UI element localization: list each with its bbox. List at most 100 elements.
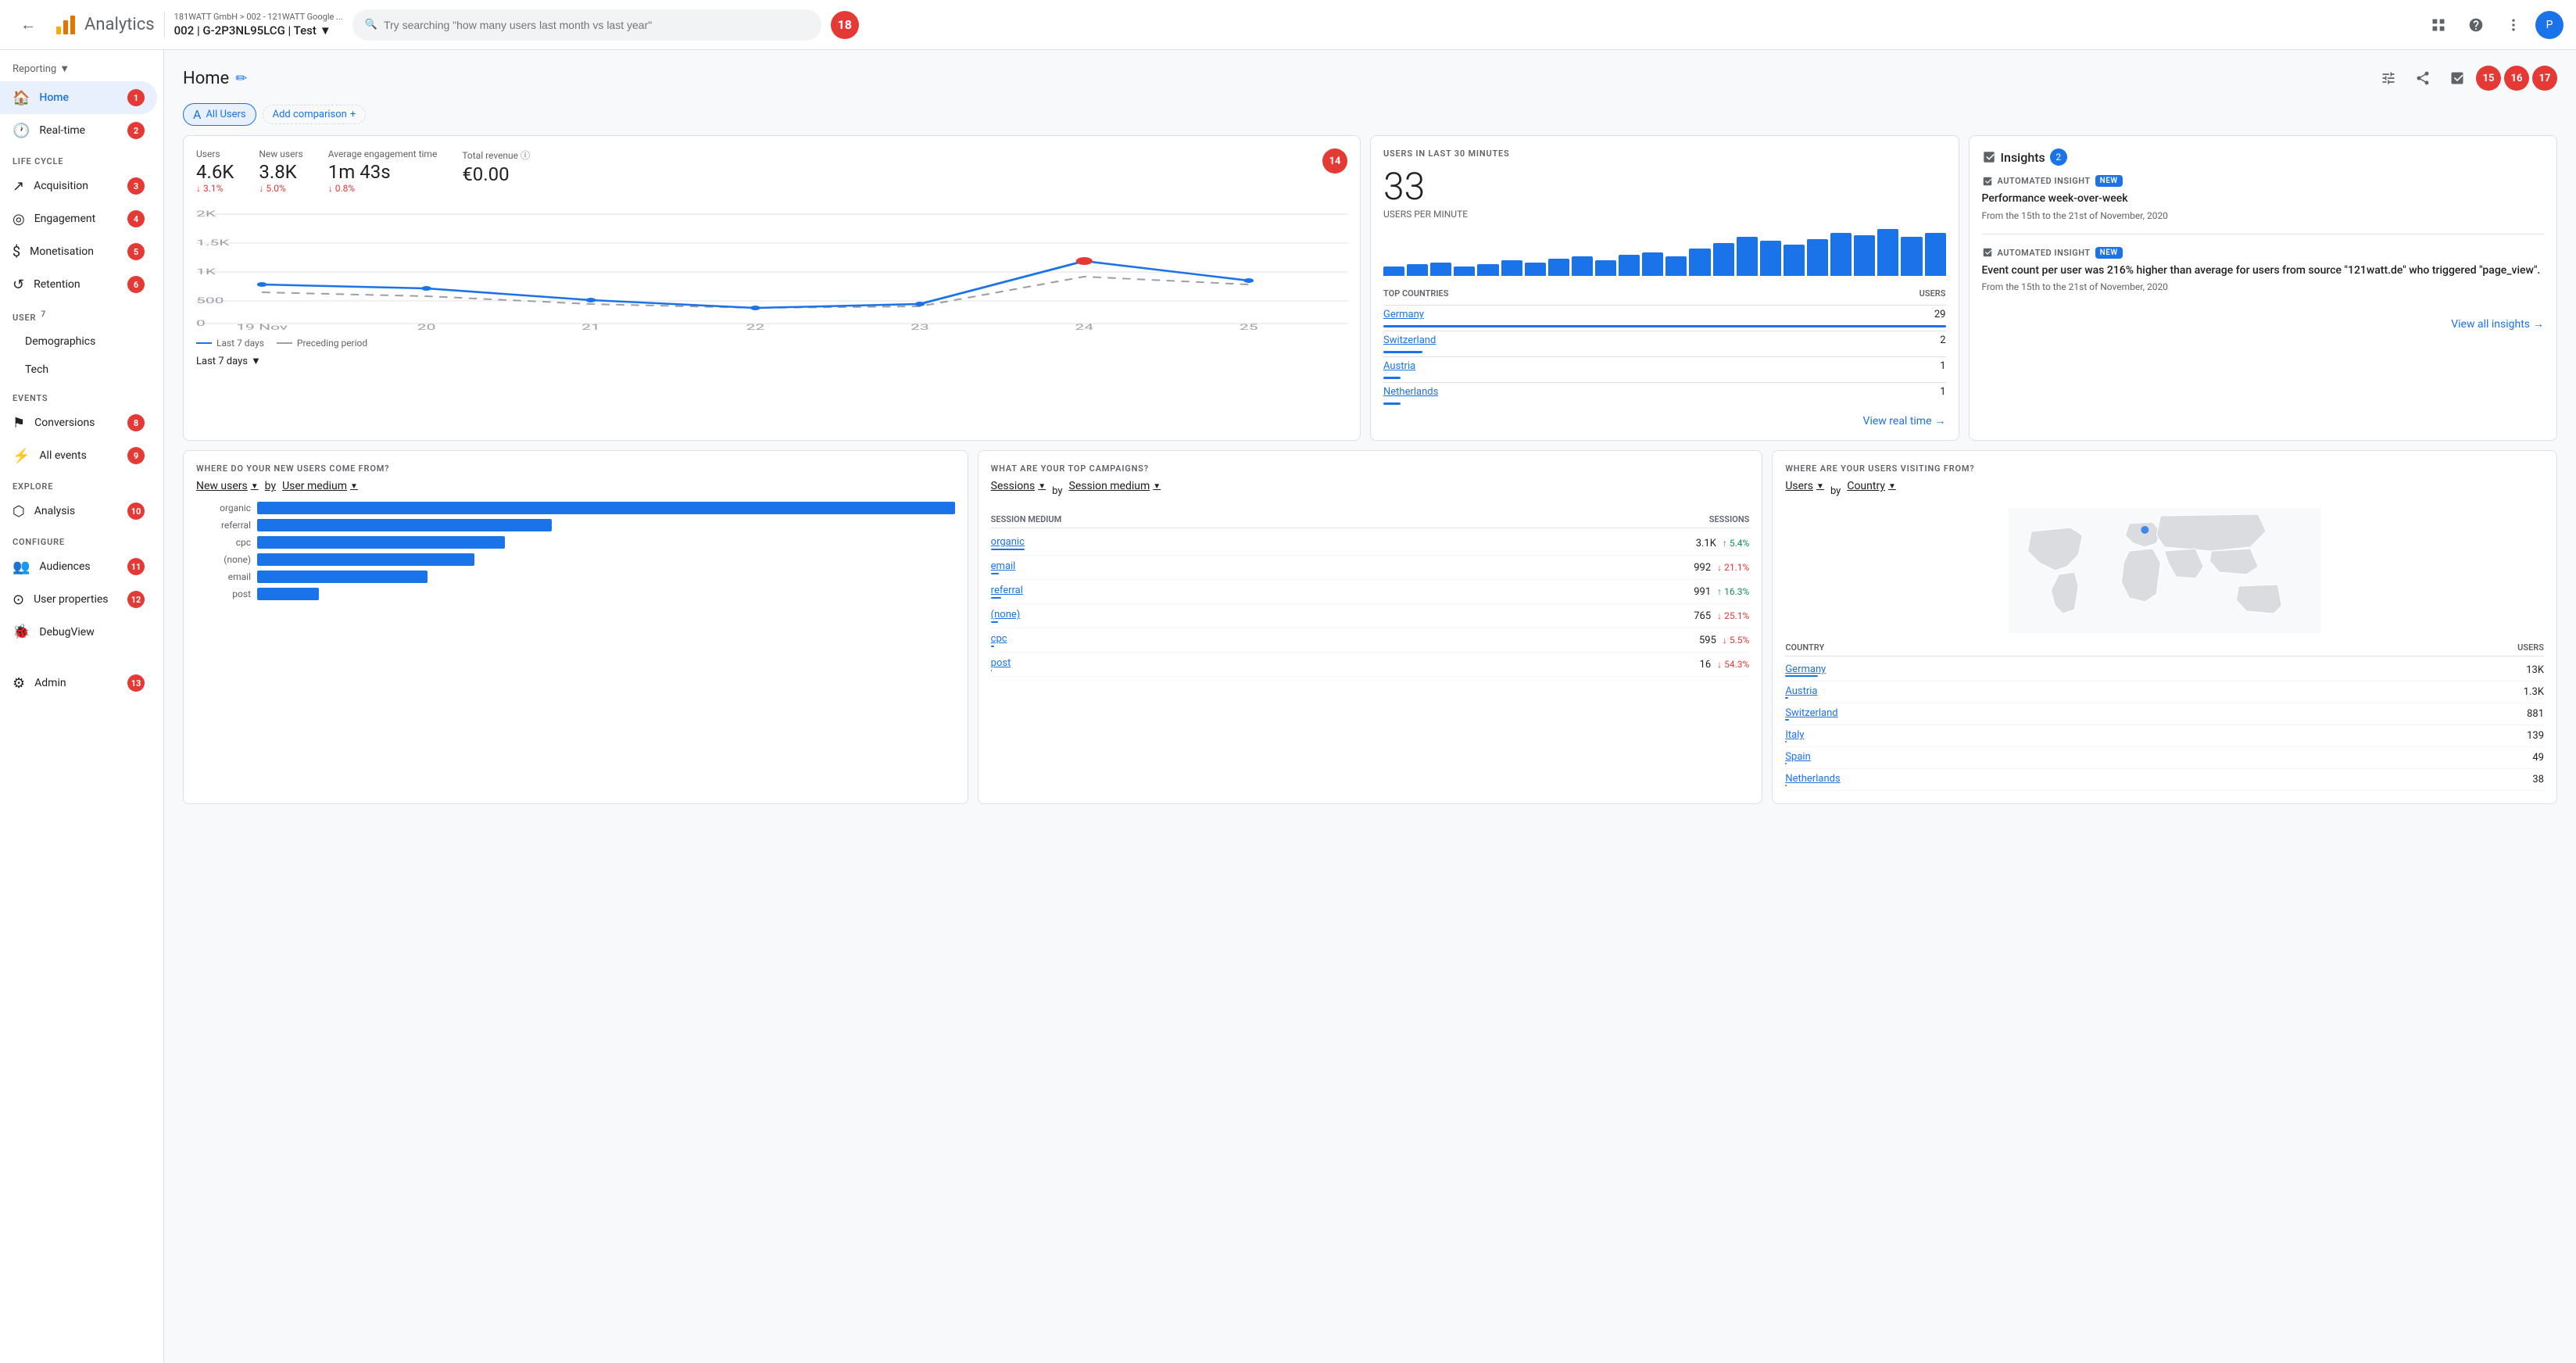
geo-value: 49 (2532, 752, 2544, 764)
sidebar-item-engagement[interactable]: ◎ Engagement 4 (0, 202, 157, 235)
all-users-filter[interactable]: A All Users (183, 103, 256, 126)
campaign-medium[interactable]: post (991, 657, 1011, 669)
share-icon[interactable] (2407, 63, 2438, 94)
bar-label: referral (196, 520, 251, 531)
country-name[interactable]: Austria (1383, 360, 1415, 372)
sidebar-item-userprops[interactable]: ⊙ User properties 12 (0, 583, 157, 616)
sidebar-item-audiences[interactable]: 👥 Audiences 11 (0, 550, 157, 583)
chart-legend: Last 7 days Preceding period (196, 338, 1347, 349)
geo-country[interactable]: Netherlands (1785, 773, 1840, 785)
country-name[interactable]: Netherlands (1383, 386, 1438, 398)
metrics-row: Users 4.6K ↓ 3.1% New users 3.8K ↓ 5.0% … (196, 148, 1347, 194)
new-users-bar-row: (none) (196, 553, 955, 566)
view-all-insights-link[interactable]: View all insights → (1982, 317, 2545, 331)
campaign-row: referral 991 ↑ 16.3% (991, 580, 1750, 604)
search-input[interactable] (384, 19, 809, 31)
sidebar-item-retention[interactable]: ↺ Retention 6 (0, 268, 157, 301)
campaigns-table: SESSION MEDIUM SESSIONS organic 3.1K ↑ 5… (991, 511, 1750, 677)
filter-bar: A All Users Add comparison + (164, 100, 2576, 135)
sidebar-item-acquisition[interactable]: ↗ Acquisition 3 (0, 170, 157, 202)
campaign-medium[interactable]: referral (991, 585, 1023, 596)
campaign-change: ↑ 16.3% (1717, 586, 1749, 597)
insight-title: Event count per user was 216% higher tha… (1982, 263, 2545, 279)
sidebar-item-allevents[interactable]: ⚡ All events 9 (0, 439, 157, 472)
page-edit-icon[interactable]: ✏ (235, 70, 247, 87)
customize-icon[interactable] (2373, 63, 2404, 94)
svg-text:25: 25 (1240, 324, 1258, 333)
campaign-medium[interactable]: email (991, 560, 1016, 572)
notification-badge[interactable]: 18 (831, 11, 859, 39)
geo-value: 881 (2527, 708, 2544, 720)
users-chart-card: Users 4.6K ↓ 3.1% New users 3.8K ↓ 5.0% … (183, 135, 1361, 441)
campaign-change: ↓ 21.1% (1717, 562, 1749, 573)
bar-track (257, 553, 955, 566)
geo-table-header: COUNTRY USERS (1785, 639, 2544, 656)
bar-fill (257, 536, 505, 549)
realtime-bar (1383, 267, 1404, 277)
sidebar-item-admin[interactable]: ⚙ Admin 13 (0, 667, 157, 699)
view-realtime-link[interactable]: View real time → (1383, 414, 1946, 428)
search-bar[interactable]: 🔍 (352, 9, 821, 41)
country-dropdown[interactable]: Country ▼ (1847, 480, 1896, 492)
campaign-medium[interactable]: organic (991, 536, 1025, 548)
campaign-row: email 992 ↓ 21.1% (991, 556, 1750, 580)
analytics-logo-icon (53, 13, 78, 38)
geo-country[interactable]: Switzerland (1785, 707, 1837, 719)
insights-count-badge: 2 (2050, 148, 2067, 166)
sessions-dropdown[interactable]: Sessions ▼ (991, 480, 1046, 492)
campaign-medium[interactable]: (none) (991, 609, 1021, 621)
sidebar-item-conversions[interactable]: ⚑ Conversions 8 (0, 406, 157, 439)
sidebar-badge-conversions: 8 (127, 414, 145, 431)
sidebar-item-tech[interactable]: Tech (0, 356, 157, 384)
sidebar-item-analysis[interactable]: ⬡ Analysis 10 (0, 495, 157, 528)
sidebar-item-monetisation[interactable]: $ Monetisation 5 (0, 235, 157, 268)
sidebar-item-home[interactable]: 🏠 Home 1 (0, 81, 157, 114)
geo-country[interactable]: Italy (1785, 729, 1804, 741)
session-medium-dropdown[interactable]: Session medium ▼ (1069, 480, 1161, 492)
campaign-change: ↑ 5.4% (1723, 538, 1749, 549)
chart-period-selector[interactable]: Last 7 days ▼ (196, 355, 1347, 367)
geo-country[interactable]: Germany (1785, 664, 1826, 675)
sidebar-item-realtime[interactable]: 🕐 Real-time 2 (0, 114, 157, 147)
metric-new-users: New users 3.8K ↓ 5.0% (259, 148, 302, 194)
campaign-value: 595 (1699, 635, 1716, 646)
topbar: ← Analytics 181WATT GmbH > 002 - 121WATT… (0, 0, 2576, 50)
realtime-bar (1901, 237, 1922, 276)
top-cards-grid: Users 4.6K ↓ 3.1% New users 3.8K ↓ 5.0% … (164, 135, 2576, 450)
new-users-bar-row: post (196, 588, 955, 600)
realtime-bar (1830, 233, 1852, 276)
country-name[interactable]: Switzerland (1383, 334, 1436, 346)
bar-track (257, 502, 955, 514)
avatar[interactable]: P (2535, 11, 2563, 39)
svg-text:22: 22 (746, 324, 765, 333)
country-name[interactable]: Germany (1383, 309, 1424, 320)
audiences-icon: 👥 (13, 559, 30, 575)
back-button[interactable]: ← (13, 9, 44, 41)
geo-row: Austria 1.3K (1785, 682, 2544, 703)
insight-date: From the 15th to the 21st of November, 2… (1982, 281, 2545, 292)
realtime-bar (1548, 259, 1569, 277)
lifecycle-section: LIFE CYCLE (0, 147, 163, 170)
sidebar-item-demographics[interactable]: Demographics (0, 327, 157, 356)
geo-country[interactable]: Austria (1785, 685, 1817, 697)
campaign-change: ↓ 25.1% (1717, 610, 1749, 621)
sidebar-item-debugview[interactable]: 🐞 DebugView (0, 616, 157, 648)
geo-country[interactable]: Spain (1785, 751, 1810, 763)
insight-item: AUTOMATED INSIGHT New Event count per us… (1982, 247, 2545, 306)
reporting-dropdown[interactable]: Reporting ▼ (0, 56, 163, 81)
country-row: Germany 29 (1383, 305, 1946, 327)
bar-label: (none) (196, 554, 251, 565)
add-comparison-button[interactable]: Add comparison + (263, 105, 367, 124)
more-options-icon[interactable] (2498, 9, 2529, 41)
grid-icon[interactable] (2423, 9, 2454, 41)
property-selector[interactable]: 002 | G-2P3NL95LCG | Test ▼ (174, 23, 343, 38)
insights-toggle-icon[interactable] (2442, 63, 2473, 94)
engagement-icon: ◎ (13, 211, 25, 227)
new-users-dropdown[interactable]: New users ▼ by User medium ▼ (196, 480, 955, 492)
geo-row: Spain 49 (1785, 747, 2544, 769)
geo-row: Italy 139 (1785, 725, 2544, 747)
campaign-medium[interactable]: cpc (991, 633, 1007, 645)
users-dropdown[interactable]: Users ▼ (1785, 480, 1824, 492)
realtime-bar (1619, 255, 1640, 277)
help-icon[interactable] (2460, 9, 2492, 41)
